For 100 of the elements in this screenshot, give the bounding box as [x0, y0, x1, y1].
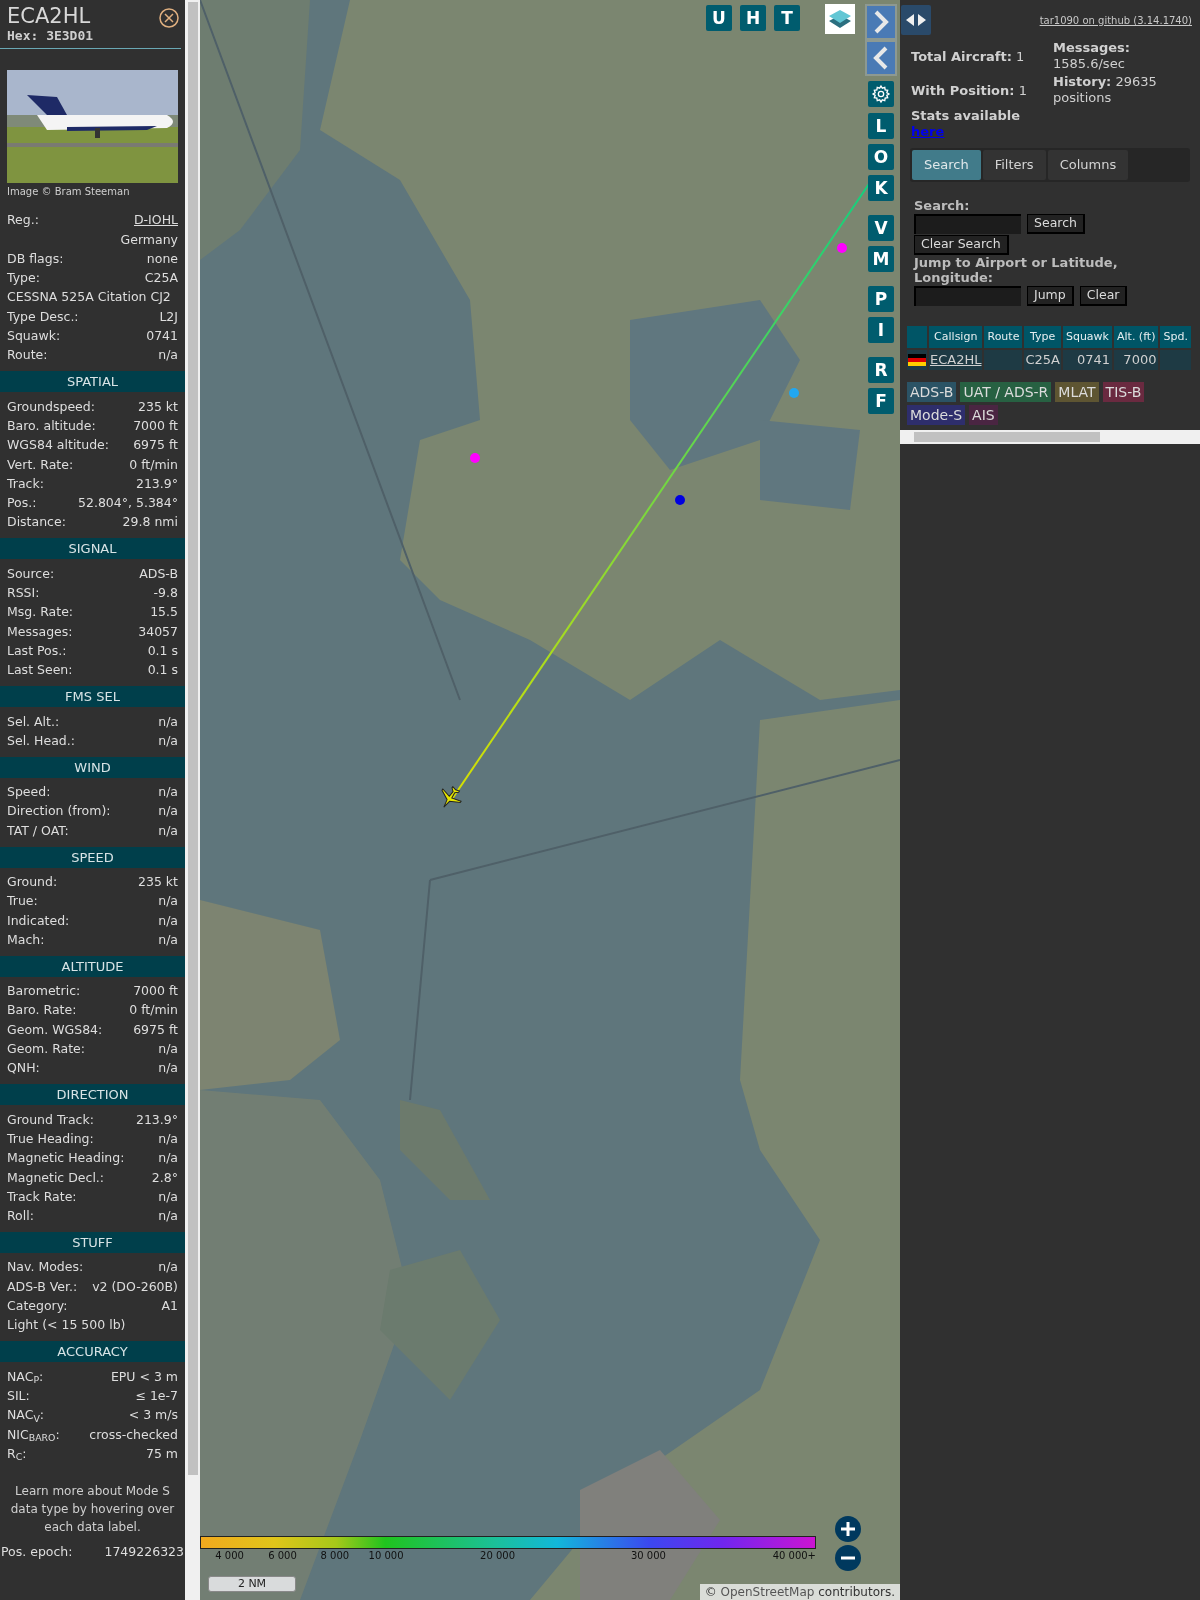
field-value: n/a	[158, 1258, 178, 1277]
field-value: n/a	[158, 731, 178, 750]
field-value: 0741	[146, 327, 178, 346]
field-label: True:	[7, 892, 38, 911]
table-cell[interactable]: ECA2HL	[929, 350, 983, 370]
field-value: 7000 ft	[133, 982, 178, 1001]
field-label: Squawk:	[7, 327, 61, 346]
next-button[interactable]	[867, 6, 895, 38]
clear-search-button[interactable]: Clear Search	[914, 235, 1009, 255]
table-header[interactable]: Spd.	[1160, 326, 1191, 348]
field-value: A1	[161, 1297, 178, 1316]
tab[interactable]: Columns	[1047, 150, 1129, 180]
section-header: WIND	[0, 756, 185, 778]
table-header[interactable]: Squawk	[1062, 326, 1112, 348]
field-label: Pos.:	[7, 494, 37, 513]
table-header[interactable]: Callsign	[929, 326, 983, 348]
section-header: DIRECTION	[0, 1084, 185, 1106]
search-field[interactable]	[914, 214, 1021, 234]
source-tag: MLAT	[1055, 381, 1099, 402]
github-link[interactable]: tar1090 on github (3.14.1740)	[1039, 13, 1192, 28]
map-toggle-button[interactable]: K	[868, 175, 894, 201]
field-label: Route:	[7, 346, 48, 365]
close-icon[interactable]	[159, 8, 179, 28]
field-value: v2 (DO-260B)	[92, 1277, 178, 1296]
openstreetmap-link[interactable]: OpenStreetMap	[720, 1585, 815, 1599]
field-value: 0.1 s	[147, 641, 178, 660]
field-label: Sel. Alt.:	[7, 712, 60, 731]
field-label: Source:	[7, 564, 55, 583]
field-label: Groundspeed:	[7, 397, 95, 416]
field-value: n/a	[158, 1149, 178, 1168]
altitude-tick-label: 30 000	[630, 1550, 666, 1562]
field-label: Sel. Head.:	[7, 731, 75, 750]
map-toggle-button[interactable]: H	[740, 5, 766, 31]
map-toggle-button[interactable]: R	[868, 357, 894, 383]
table-header[interactable]: Route	[984, 326, 1023, 348]
field-value: n/a	[158, 346, 178, 365]
search-button[interactable]: Search	[1027, 214, 1085, 234]
map-toggle-button[interactable]: O	[868, 144, 894, 170]
field-label: Track Rate:	[7, 1187, 77, 1206]
map-toggle-button[interactable]: V	[868, 215, 894, 241]
field-label: Baro. Rate:	[7, 1001, 77, 1020]
field-label: NAC$_{P}$:	[7, 1367, 44, 1387]
field-value: -9.8	[153, 584, 178, 602]
field-label: Indicated:	[7, 911, 70, 930]
field-value: 7000 ft	[133, 416, 178, 435]
field-label: NIC$_{BARO}$:	[7, 1425, 60, 1445]
settings-button[interactable]	[868, 81, 894, 107]
field-value: n/a	[158, 930, 178, 949]
field-value: 2.8°	[151, 1168, 178, 1187]
clear-button[interactable]: Clear	[1079, 286, 1128, 306]
field-value: n/a	[158, 712, 178, 731]
field-value: 75 m	[145, 1444, 178, 1463]
altitude-tick-label: 8 000	[320, 1550, 350, 1562]
field-label: Direction (from):	[7, 802, 111, 821]
scrollbar[interactable]	[185, 0, 200, 1600]
panel-toggle-button[interactable]	[901, 5, 931, 35]
section-header: SPEED	[0, 846, 185, 868]
tab[interactable]: Search	[912, 150, 981, 180]
table-header[interactable]: Alt. (ft)	[1114, 326, 1159, 348]
map-toggle-button[interactable]: M	[868, 246, 894, 272]
jump-button[interactable]: Jump	[1027, 286, 1074, 306]
section-header: FMS SEL	[0, 686, 185, 708]
map-toggle-button[interactable]: F	[868, 388, 894, 414]
field-value: n/a	[158, 1059, 178, 1078]
field-label: Category:	[7, 1297, 68, 1316]
field-label: TAT / OAT:	[7, 821, 69, 840]
help-note: Learn more about Mode S data type by hovering over each data label.	[9, 1482, 176, 1536]
field-label: Speed:	[7, 783, 51, 802]
field-value: Light (< 15 500 lb)	[7, 1316, 126, 1335]
map-toggle-button[interactable]: U	[706, 5, 732, 31]
aircraft-icon[interactable]	[438, 786, 462, 810]
map-toggle-button[interactable]: L	[868, 113, 894, 139]
chevron-left-icon	[873, 46, 889, 70]
section-header: STUFF	[0, 1232, 185, 1254]
horizontal-scrollbar[interactable]	[900, 429, 1200, 444]
previous-button[interactable]	[867, 42, 895, 74]
stats-text: With Position: 1	[911, 83, 1027, 99]
map-toggle-button[interactable]: I	[868, 317, 894, 343]
field-value: n/a	[158, 783, 178, 802]
tab[interactable]: Filters	[982, 150, 1046, 180]
stats-text: Total Aircraft: 1	[911, 49, 1025, 65]
field-label: Mach:	[7, 930, 45, 949]
source-tag: AIS	[969, 404, 998, 425]
map-attribution: © OpenStreetMap contributors.	[699, 1584, 900, 1600]
field-label: Ground:	[7, 873, 58, 891]
map-toggle-button[interactable]: T	[774, 5, 800, 31]
table-header[interactable]: Type	[1024, 326, 1061, 348]
field-value: 1749226323	[104, 1542, 184, 1561]
search-label: Search:	[914, 198, 971, 214]
field-label: Nav. Modes:	[7, 1258, 84, 1277]
plus-icon	[840, 1521, 856, 1537]
altitude-tick-label: 6 000	[268, 1550, 297, 1562]
field-value: n/a	[158, 911, 178, 930]
map-toggle-button[interactable]: P	[868, 286, 894, 312]
layers-button[interactable]	[825, 4, 855, 34]
registration-link[interactable]: D-IOHL	[133, 211, 178, 230]
jump-field[interactable]	[914, 286, 1021, 306]
field-value: n/a	[158, 1129, 178, 1148]
field-value: C25A	[144, 269, 178, 288]
field-value: n/a	[158, 1187, 178, 1206]
